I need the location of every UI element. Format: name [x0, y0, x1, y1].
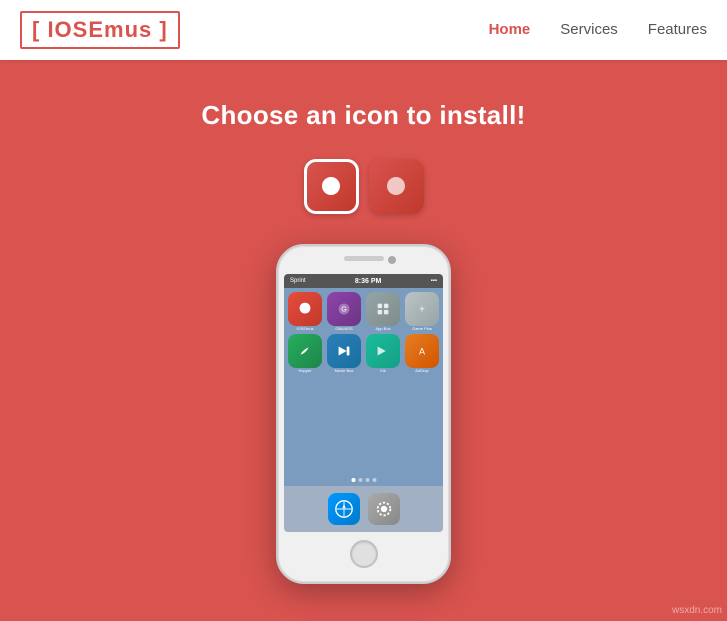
nav-item-features[interactable]: Features	[648, 21, 707, 39]
nav-item-home[interactable]: Home	[489, 21, 531, 39]
phone-app-gameplus: +	[405, 292, 439, 326]
volume-up-button	[276, 326, 278, 348]
volume-down-button	[276, 354, 278, 376]
list-item: Hopper	[287, 334, 323, 373]
screen-dock	[284, 486, 443, 532]
phone-app-airdrop: A	[405, 334, 439, 368]
phone-camera	[388, 256, 396, 264]
page-dots	[351, 478, 376, 482]
mute-button	[276, 301, 278, 317]
icon-choice-1[interactable]	[304, 159, 359, 214]
phone-app-appbox	[366, 292, 400, 326]
app-label-appbox: App Box	[375, 327, 390, 331]
app-label-gba4ios: GBA4iOS	[335, 327, 352, 331]
phone-screen: Sprint 8:36 PM ▪▪▪ IOSEmus	[284, 274, 443, 532]
nav-link-services[interactable]: Services	[560, 21, 618, 38]
phone-app-hopper	[288, 334, 322, 368]
page-title: Choose an icon to install!	[201, 100, 525, 131]
list-item: Kik	[365, 334, 401, 373]
nav-link-home[interactable]: Home	[489, 21, 531, 38]
phone-speaker	[344, 256, 384, 261]
app-label-airdrop: AirDrop	[415, 369, 429, 373]
svg-text:G: G	[341, 305, 347, 314]
app-label-hopper: Hopper	[298, 369, 311, 373]
phone-app-movieboxhd	[366, 334, 400, 368]
app-label-moviebox: Movie Box	[335, 369, 354, 373]
status-icons: ▪▪▪	[431, 278, 437, 284]
phone-app-gba4ios: G	[327, 292, 361, 326]
icon-choice-2[interactable]	[369, 159, 424, 214]
phone-app-moviebox	[327, 334, 361, 368]
dot-2	[358, 478, 362, 482]
navbar: [ IOSEmus ] Home Services Features	[0, 0, 727, 60]
app-grid: IOSEmus G GBA4iOS App Box	[284, 288, 443, 378]
app-label-ioseus: IOSEmus	[296, 327, 313, 331]
nav-link-features[interactable]: Features	[648, 21, 707, 38]
phone-container: Sprint 8:36 PM ▪▪▪ IOSEmus	[276, 244, 451, 584]
dock-safari	[328, 493, 360, 525]
dot-4	[372, 478, 376, 482]
list-item: App Box	[365, 292, 401, 331]
svg-text:A: A	[419, 347, 425, 357]
app-label-movieboxhd: Kik	[380, 369, 386, 373]
phone-frame: Sprint 8:36 PM ▪▪▪ IOSEmus	[276, 244, 451, 584]
status-time: 8:36 PM	[355, 278, 381, 285]
list-item: A AirDrop	[404, 334, 440, 373]
list-item: G GBA4iOS	[326, 292, 362, 331]
main-content: Choose an icon to install! Sprint 8:36 P…	[0, 60, 727, 584]
screen-content: IOSEmus G GBA4iOS App Box	[284, 288, 443, 532]
dot-1	[351, 478, 355, 482]
status-bar: Sprint 8:36 PM ▪▪▪	[284, 274, 443, 288]
icon-choices	[304, 159, 424, 214]
power-button	[449, 316, 451, 346]
app-label-gameplus: Game Plus	[412, 327, 432, 331]
svg-text:+: +	[419, 305, 425, 316]
nav-links: Home Services Features	[489, 21, 707, 39]
list-item: IOSEmus	[287, 292, 323, 331]
dock-settings	[368, 493, 400, 525]
logo[interactable]: [ IOSEmus ]	[20, 11, 180, 49]
home-button	[350, 540, 378, 568]
list-item: Movie Box	[326, 334, 362, 373]
watermark: wsxdn.com	[672, 605, 722, 616]
dot-3	[365, 478, 369, 482]
status-carrier: Sprint	[290, 278, 306, 284]
nav-item-services[interactable]: Services	[560, 21, 618, 39]
list-item: + Game Plus	[404, 292, 440, 331]
phone-app-ioseus	[288, 292, 322, 326]
